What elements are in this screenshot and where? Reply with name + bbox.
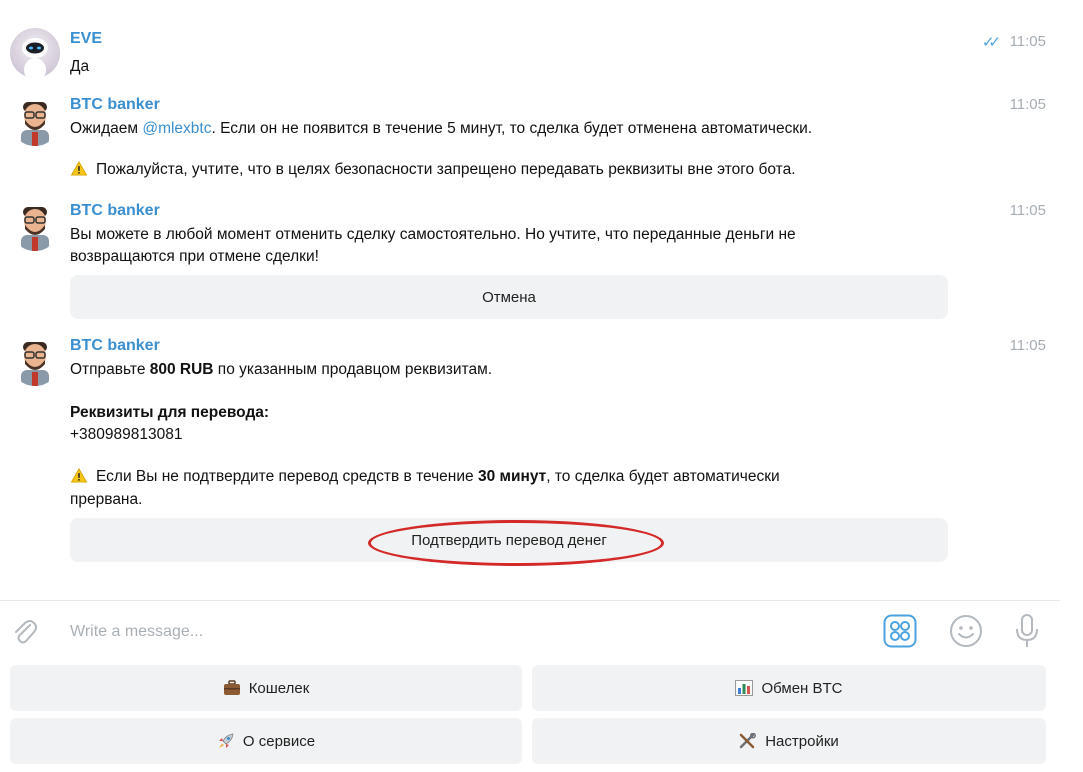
message-input[interactable]: Write a message... <box>70 623 203 641</box>
message-time: 11:05 <box>1009 337 1046 354</box>
settings-button[interactable]: Настройки <box>532 718 1046 764</box>
banker-avatar-icon <box>21 342 49 386</box>
warning-text-cont: прервана. <box>70 491 143 508</box>
mention-link[interactable]: @mlexbtc <box>142 120 211 137</box>
message-text: Отправьте 800 RUB по указанным продавцом… <box>70 361 492 379</box>
message-text: возвращаются при отмене сделки! <box>70 248 319 265</box>
details-value: +380989813081 <box>70 426 183 443</box>
warning-text: Пожалуйста, учтите, что в целях безопасн… <box>70 161 796 179</box>
avatar-eve[interactable] <box>10 28 60 78</box>
chat-history: EVE ✓✓ 11:05 Да BTC banker 11:05 Ожидаем… <box>0 0 1083 600</box>
about-service-label: О сервисе <box>242 732 316 750</box>
message-time: 11:05 <box>1009 202 1046 219</box>
message-time: 11:05 <box>1009 96 1046 113</box>
text-part: Пожалуйста, учтите, что в целях безопасн… <box>96 161 796 178</box>
robot-avatar-icon <box>22 38 48 78</box>
exchange-btc-button[interactable]: Обмен BTC <box>532 665 1046 711</box>
read-checks-icon: ✓✓ <box>981 34 1001 51</box>
about-service-button[interactable]: О сервисе <box>10 718 522 764</box>
settings-label: Настройки <box>765 732 839 750</box>
sender-name[interactable]: BTC banker <box>70 96 160 114</box>
chart-icon <box>735 680 754 696</box>
time-limit-text: 30 минут <box>477 468 547 485</box>
microphone-icon[interactable] <box>1014 613 1040 649</box>
bot-keyboard-icon[interactable] <box>883 614 917 648</box>
text-part: , то сделка будет автоматически <box>546 468 780 485</box>
warning-icon <box>70 468 88 483</box>
wallet-button[interactable]: Кошелек <box>10 665 522 711</box>
details-title-text: Реквизиты для перевода: <box>70 404 270 421</box>
banker-avatar-icon <box>21 102 49 146</box>
avatar-btc-banker[interactable] <box>10 96 60 146</box>
text-part: по указанным продавцом реквизитам. <box>213 361 493 378</box>
sender-name[interactable]: BTC banker <box>70 337 160 355</box>
avatar-btc-banker[interactable] <box>10 336 60 386</box>
avatar-btc-banker[interactable] <box>10 201 60 251</box>
composer: Write a message... <box>0 601 1083 661</box>
details-title: Реквизиты для перевода: <box>70 404 269 422</box>
highlight-circle <box>368 520 664 566</box>
tools-icon <box>739 733 757 749</box>
message-text: Вы можете в любой момент отменить сделку… <box>70 226 796 243</box>
text-part: Отправьте <box>70 361 150 378</box>
sender-name[interactable]: BTC banker <box>70 202 160 220</box>
exchange-btc-label: Обмен BTC <box>761 679 843 697</box>
window-edge <box>1060 0 1083 772</box>
amount-text: 800 RUB <box>149 361 214 378</box>
text-part: Если Вы не подтвердите перевод средств в… <box>96 468 478 485</box>
wallet-label: Кошелек <box>248 679 310 697</box>
briefcase-icon <box>223 680 240 695</box>
warning-text: Если Вы не подтвердите перевод средств в… <box>70 468 780 486</box>
message-time: 11:05 <box>1009 33 1046 50</box>
rocket-icon <box>218 733 234 748</box>
emoji-icon[interactable] <box>949 614 983 648</box>
paperclip-icon[interactable] <box>10 616 38 646</box>
sender-name[interactable]: EVE <box>70 30 102 48</box>
message-text: Да <box>70 58 90 75</box>
banker-avatar-icon <box>21 207 49 251</box>
cancel-deal-button[interactable]: Отмена <box>70 275 948 319</box>
warning-icon <box>70 161 88 176</box>
text-part: Ожидаем <box>70 120 143 137</box>
message-text: Ожидаем @mlexbtc. Если он не появится в … <box>70 120 812 138</box>
text-part: . Если он не появится в течение 5 минут,… <box>211 120 813 137</box>
bot-keyboard: Кошелек Обмен BTC О сервисе Настройки <box>0 661 1083 772</box>
